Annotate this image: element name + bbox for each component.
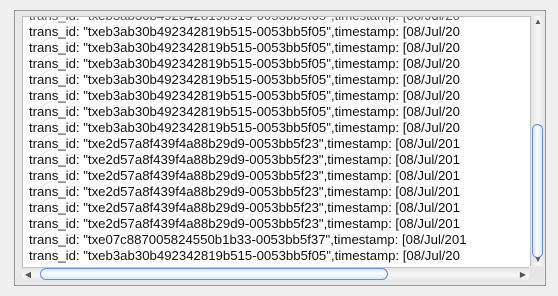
scroll-right-icon[interactable]: ▶ bbox=[517, 268, 529, 282]
log-line: trans_id: "txe2d57a8f439f4a88b29d9-0053b… bbox=[29, 136, 460, 151]
log-panel: trans_id: "txeb3ab30b492342819b515-0053b… bbox=[0, 0, 558, 296]
log-line: trans_id: "txe2d57a8f439f4a88b29d9-0053b… bbox=[29, 216, 460, 231]
scrollbar-corner bbox=[530, 267, 544, 281]
log-line: trans_id: "txeb3ab30b492342819b515-0053b… bbox=[29, 88, 460, 103]
log-line: trans_id: "txeb3ab30b492342819b515-0053b… bbox=[29, 104, 460, 119]
vertical-scroll-thumb[interactable] bbox=[532, 124, 543, 258]
scroll-left-icon[interactable]: ◀ bbox=[22, 268, 34, 282]
log-line: trans_id: "txe2d57a8f439f4a88b29d9-0053b… bbox=[29, 184, 460, 199]
log-line: trans_id: "txe2d57a8f439f4a88b29d9-0053b… bbox=[29, 152, 460, 167]
log-line: trans_id: "txe07c887005824550b1b33-0053b… bbox=[29, 232, 467, 247]
log-line: trans_id: "txeb3ab30b492342819b515-0053b… bbox=[29, 40, 460, 55]
log-line: trans_id: "txeb3ab30b492342819b515-0053b… bbox=[29, 248, 460, 263]
horizontal-scroll-thumb[interactable] bbox=[40, 268, 388, 280]
log-line: trans_id: "txeb3ab30b492342819b515-0053b… bbox=[29, 24, 460, 39]
log-scroll-pane: trans_id: "txeb3ab30b492342819b515-0053b… bbox=[14, 10, 546, 286]
log-line-partial: trans_id: "txeb3ab30b492342819b515-0053b… bbox=[29, 17, 460, 24]
scroll-up-icon[interactable]: ▲ bbox=[531, 16, 545, 28]
vertical-scrollbar[interactable]: ▲ ▼ bbox=[530, 16, 545, 266]
log-line: trans_id: "txeb3ab30b492342819b515-0053b… bbox=[29, 120, 460, 135]
log-line: trans_id: "txeb3ab30b492342819b515-0053b… bbox=[29, 56, 460, 71]
log-line: trans_id: "txe2d57a8f439f4a88b29d9-0053b… bbox=[29, 168, 460, 183]
log-line: trans_id: "txeb3ab30b492342819b515-0053b… bbox=[29, 72, 460, 87]
horizontal-scrollbar[interactable]: ◀ ▶ bbox=[22, 267, 529, 282]
log-text-area[interactable]: trans_id: "txeb3ab30b492342819b515-0053b… bbox=[22, 16, 530, 267]
scroll-down-icon[interactable]: ▼ bbox=[531, 254, 545, 266]
log-line: trans_id: "txe2d57a8f439f4a88b29d9-0053b… bbox=[29, 200, 460, 215]
